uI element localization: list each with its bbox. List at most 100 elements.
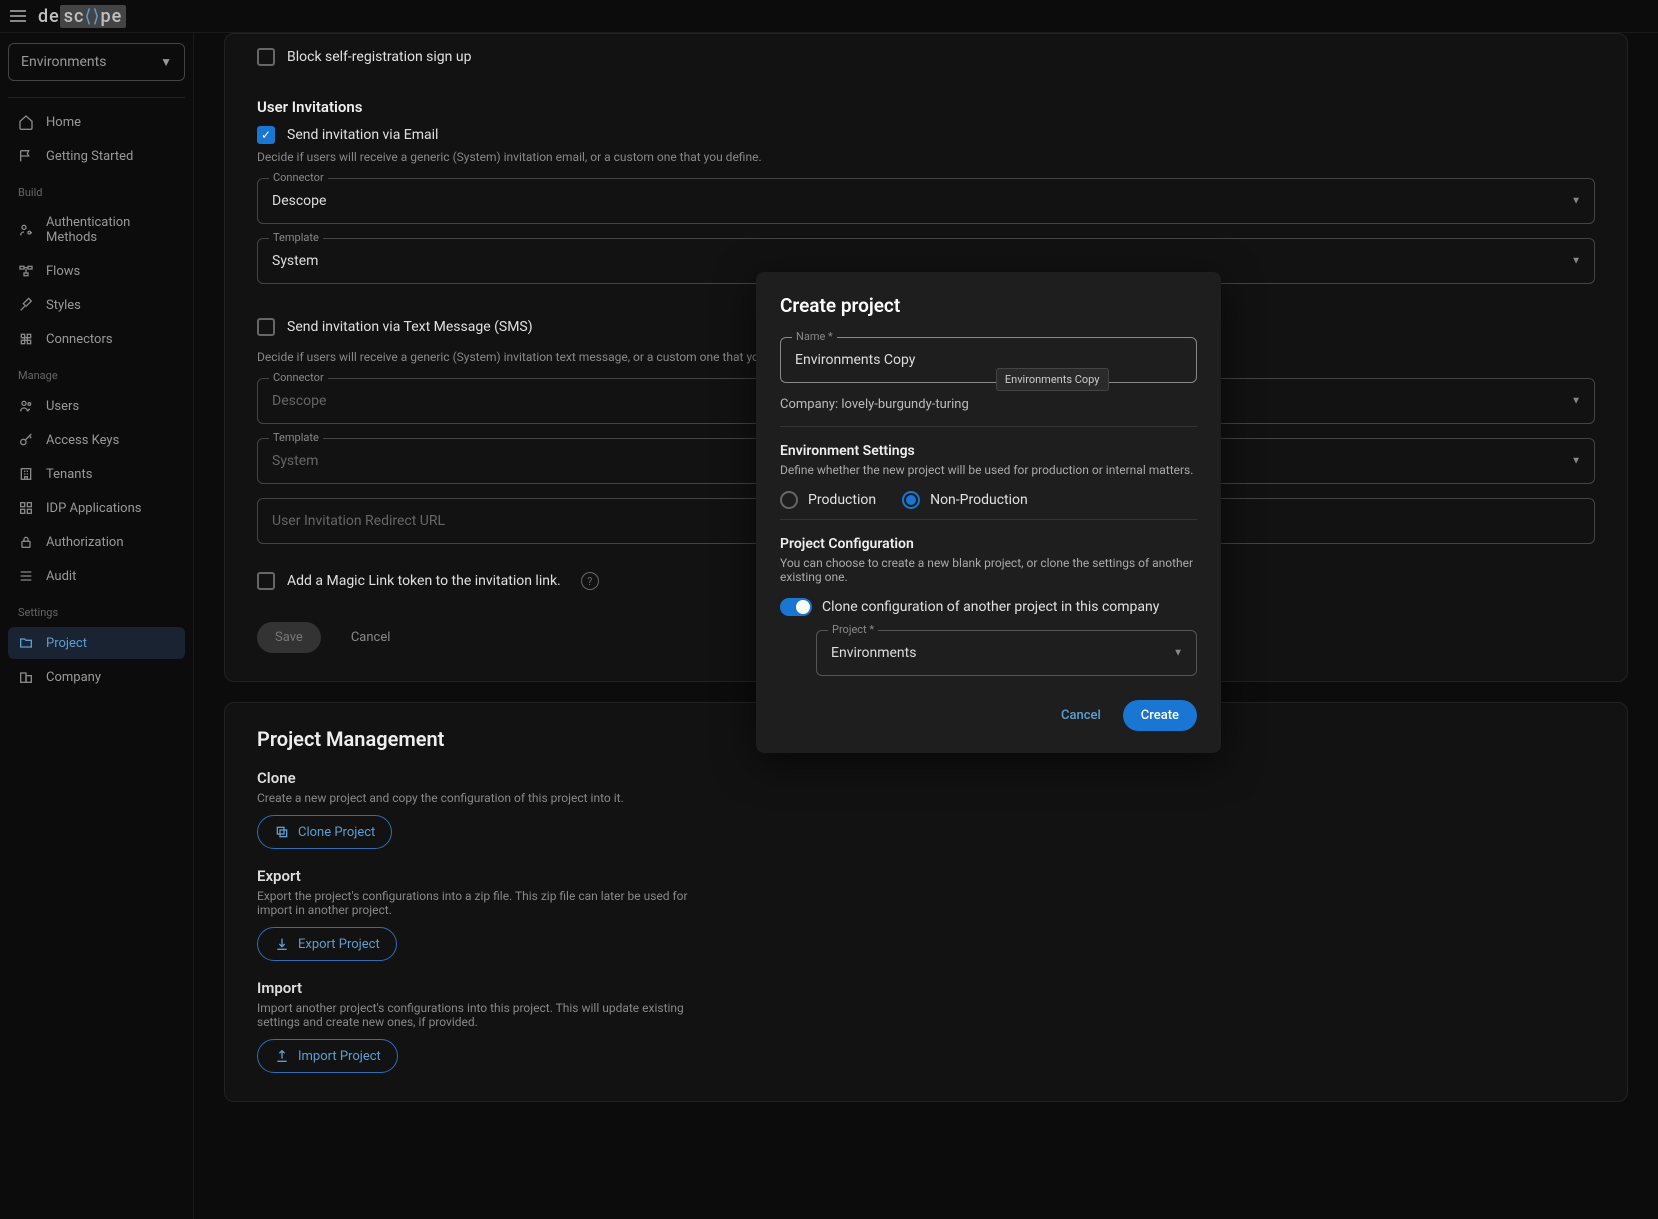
project-name-field[interactable]: Name * [780, 337, 1197, 383]
radio[interactable] [780, 491, 798, 509]
company-icon [18, 669, 34, 685]
topbar: desc⟨⟩pe [0, 0, 1658, 33]
sidebar-item-authorization[interactable]: Authorization [8, 526, 185, 558]
sidebar-item-home[interactable]: Home [8, 106, 185, 138]
lock-icon [18, 534, 34, 550]
info-icon[interactable]: ? [581, 572, 599, 590]
label: Send invitation via Email [287, 127, 438, 143]
env-radio-row: Production Non-Production [780, 491, 1197, 509]
label: Send invitation via Text Message (SMS) [287, 319, 533, 335]
sidebar-item-users[interactable]: Users [8, 390, 185, 422]
label: Connectors [46, 332, 113, 347]
label: Home [46, 115, 81, 130]
field-label: Connector [269, 371, 328, 384]
label: Access Keys [46, 433, 119, 448]
field-input[interactable]: Descope [257, 178, 1595, 224]
config-hint: You can choose to create a new blank pro… [780, 556, 1197, 584]
copy-icon [274, 824, 290, 840]
sidebar-item-getting-started[interactable]: Getting Started [8, 140, 185, 172]
cancel-button[interactable]: Cancel [333, 622, 409, 653]
sidebar-item-idp-applications[interactable]: IDP Applications [8, 492, 185, 524]
export-hint: Export the project's configurations into… [257, 889, 697, 917]
sidebar-item-auth-methods[interactable]: Authentication Methods [8, 207, 185, 253]
grid-icon [18, 500, 34, 516]
block-self-reg-row[interactable]: Block self-registration sign up [257, 34, 1595, 80]
checkbox[interactable] [257, 318, 275, 336]
sidebar-item-styles[interactable]: Styles [8, 289, 185, 321]
radio[interactable] [902, 491, 920, 509]
non-production-radio[interactable]: Non-Production [902, 491, 1028, 509]
chevron-down-icon: ▼ [160, 55, 172, 69]
divider [8, 97, 185, 98]
label: Users [46, 399, 79, 414]
import-title: Import [257, 979, 1595, 997]
sidebar-item-project[interactable]: Project [8, 627, 185, 659]
sidebar-item-access-keys[interactable]: Access Keys [8, 424, 185, 456]
key-icon [18, 432, 34, 448]
modal-create-button[interactable]: Create [1123, 700, 1197, 731]
checkbox[interactable] [257, 126, 275, 144]
env-selector-label: Environments [21, 54, 106, 70]
project-select-field[interactable]: Project * Environments ▼ [816, 630, 1197, 676]
sidebar: Environments ▼ Home Getting Started Buil… [0, 33, 194, 1219]
label: Tenants [46, 467, 92, 482]
menu-icon[interactable] [10, 10, 26, 22]
sidebar-item-connectors[interactable]: Connectors [8, 323, 185, 355]
label: Block self-registration sign up [287, 49, 471, 65]
sidebar-item-tenants[interactable]: Tenants [8, 458, 185, 490]
sidebar-item-company[interactable]: Company [8, 661, 185, 693]
section-settings: Settings [8, 594, 185, 625]
modal-cancel-button[interactable]: Cancel [1047, 700, 1115, 731]
import-hint: Import another project's configurations … [257, 1001, 707, 1029]
puzzle-icon [18, 331, 34, 347]
label: Non-Production [930, 492, 1028, 508]
toggle[interactable] [780, 598, 812, 616]
import-project-button[interactable]: Import Project [257, 1039, 398, 1073]
clone-toggle-row[interactable]: Clone configuration of another project i… [780, 598, 1197, 616]
label: Getting Started [46, 149, 133, 164]
checkbox[interactable] [257, 572, 275, 590]
list-icon [18, 568, 34, 584]
label: Production [808, 492, 876, 508]
flows-icon [18, 263, 34, 279]
brush-icon [18, 297, 34, 313]
environment-selector[interactable]: Environments ▼ [8, 43, 185, 81]
save-button[interactable]: Save [257, 622, 321, 653]
modal-actions: Cancel Create [780, 700, 1197, 731]
tooltip: Environments Copy [996, 368, 1109, 391]
label: Styles [46, 298, 81, 313]
env-settings-hint: Define whether the new project will be u… [780, 463, 1197, 477]
env-settings-title: Environment Settings [780, 443, 1197, 459]
person-key-icon [18, 222, 34, 238]
sidebar-item-audit[interactable]: Audit [8, 560, 185, 592]
name-input[interactable] [780, 337, 1197, 383]
field-label: Project * [828, 623, 878, 636]
clone-hint: Create a new project and copy the config… [257, 791, 1595, 805]
label: Import Project [298, 1049, 381, 1064]
section-manage: Manage [8, 357, 185, 388]
modal-title: Create project [780, 294, 1197, 317]
label: Company [46, 670, 101, 685]
clone-project-button[interactable]: Clone Project [257, 815, 392, 849]
label: Authorization [46, 535, 124, 550]
label: Clone configuration of another project i… [822, 599, 1159, 615]
flag-icon [18, 148, 34, 164]
field-input[interactable]: Environments [816, 630, 1197, 676]
connector-field[interactable]: Connector Descope ▼ [257, 178, 1595, 224]
email-hint: Decide if users will receive a generic (… [257, 150, 1595, 164]
field-label: Template [269, 431, 323, 444]
sidebar-item-flows[interactable]: Flows [8, 255, 185, 287]
production-radio[interactable]: Production [780, 491, 876, 509]
send-email-row[interactable]: Send invitation via Email [257, 120, 1595, 150]
label: Project [46, 636, 87, 651]
project-management-card: Project Management Clone Create a new pr… [224, 702, 1628, 1102]
field-label: Connector [269, 171, 328, 184]
download-icon [274, 936, 290, 952]
export-project-button[interactable]: Export Project [257, 927, 397, 961]
label: Export Project [298, 937, 380, 952]
building-icon [18, 466, 34, 482]
folder-icon [18, 635, 34, 651]
label: Authentication Methods [46, 215, 175, 245]
checkbox[interactable] [257, 48, 275, 66]
label: IDP Applications [46, 501, 142, 516]
